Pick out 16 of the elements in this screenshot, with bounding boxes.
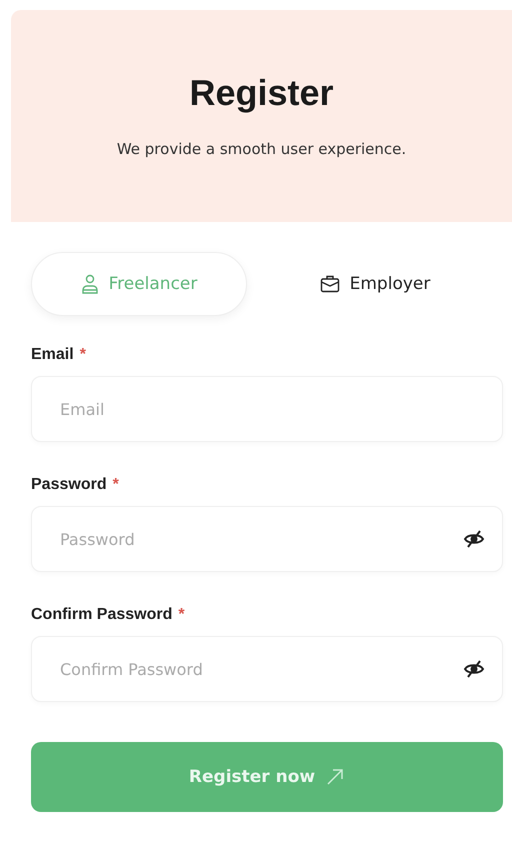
role-tab[interactable]: Employer — [267, 252, 483, 316]
briefcase-icon — [320, 275, 340, 293]
input-field[interactable]: Confirm Password — [31, 636, 503, 702]
arrow-icon — [325, 767, 346, 787]
register-button[interactable]: Register now — [31, 742, 503, 812]
eye-off-icon[interactable] — [463, 660, 485, 678]
input-field[interactable]: Email — [31, 376, 503, 442]
input-field[interactable]: Password — [31, 506, 503, 572]
field-label: Password * — [31, 476, 120, 494]
page-title: Register — [189, 72, 334, 114]
field-label: Confirm Password * — [31, 606, 186, 624]
person-icon — [80, 274, 99, 294]
eye-off-icon[interactable] — [463, 530, 485, 548]
subtitle: We provide a smooth user experience. — [116, 140, 406, 158]
field-label: Email * — [31, 346, 87, 364]
role-tab[interactable]: Freelancer — [31, 252, 247, 316]
